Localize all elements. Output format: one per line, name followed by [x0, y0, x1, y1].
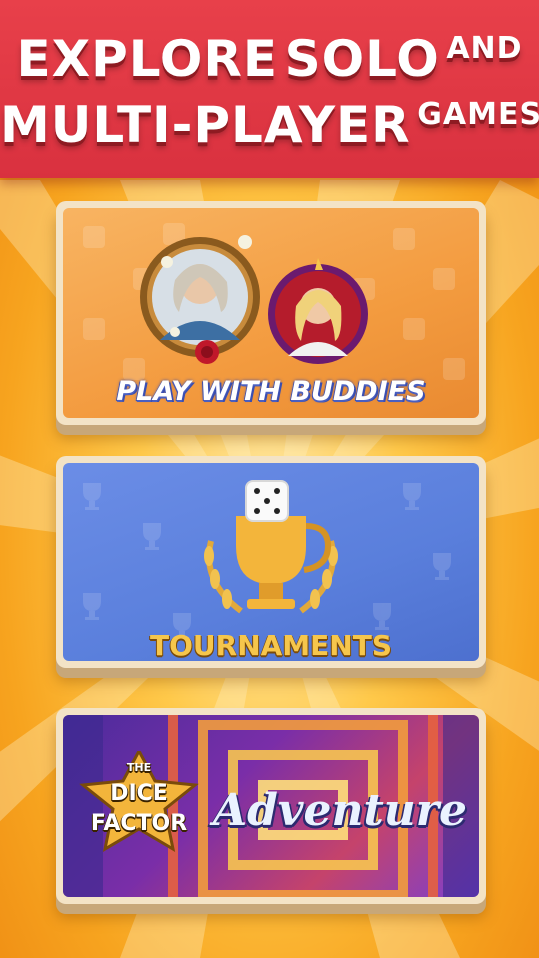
header-banner: EXPLORE SOLO AND MULTI-PLAYER GAMES!: [0, 0, 539, 178]
tournaments-label: TOURNAMENTS: [150, 629, 392, 661]
logo-factor: FACTOR: [90, 811, 188, 836]
trophy-dice-icon: [204, 480, 338, 614]
headline-line-1: EXPLORE SOLO AND: [0, 30, 539, 88]
headline-and: AND: [446, 31, 523, 66]
headline-games: GAMES!: [417, 97, 539, 132]
logo-the: THE: [126, 761, 152, 774]
headline-solo: SOLO: [284, 30, 440, 88]
tournaments-card[interactable]: TOURNAMENTS: [56, 456, 486, 668]
buddy-avatar-2: [268, 258, 368, 364]
play-with-buddies-label: PLAY WITH BUDDIES: [116, 376, 426, 407]
play-with-buddies-card[interactable]: PLAY WITH BUDDIES: [56, 201, 486, 425]
adventure-label: Adventure: [213, 785, 467, 836]
adventure-panel: THE DICE FACTOR Adventure: [63, 715, 479, 897]
dice-factor-logo: THE DICE FACTOR: [77, 751, 201, 855]
play-with-buddies-panel: PLAY WITH BUDDIES: [63, 208, 479, 418]
headline-explore: EXPLORE: [16, 30, 279, 88]
headline-line-2: MULTI-PLAYER GAMES!: [0, 96, 539, 154]
tournaments-panel: TOURNAMENTS: [63, 463, 479, 661]
headline-multi-player: MULTI-PLAYER: [0, 96, 411, 154]
logo-dice: DICE: [110, 781, 168, 806]
adventure-card[interactable]: THE DICE FACTOR Adventure: [56, 708, 486, 904]
